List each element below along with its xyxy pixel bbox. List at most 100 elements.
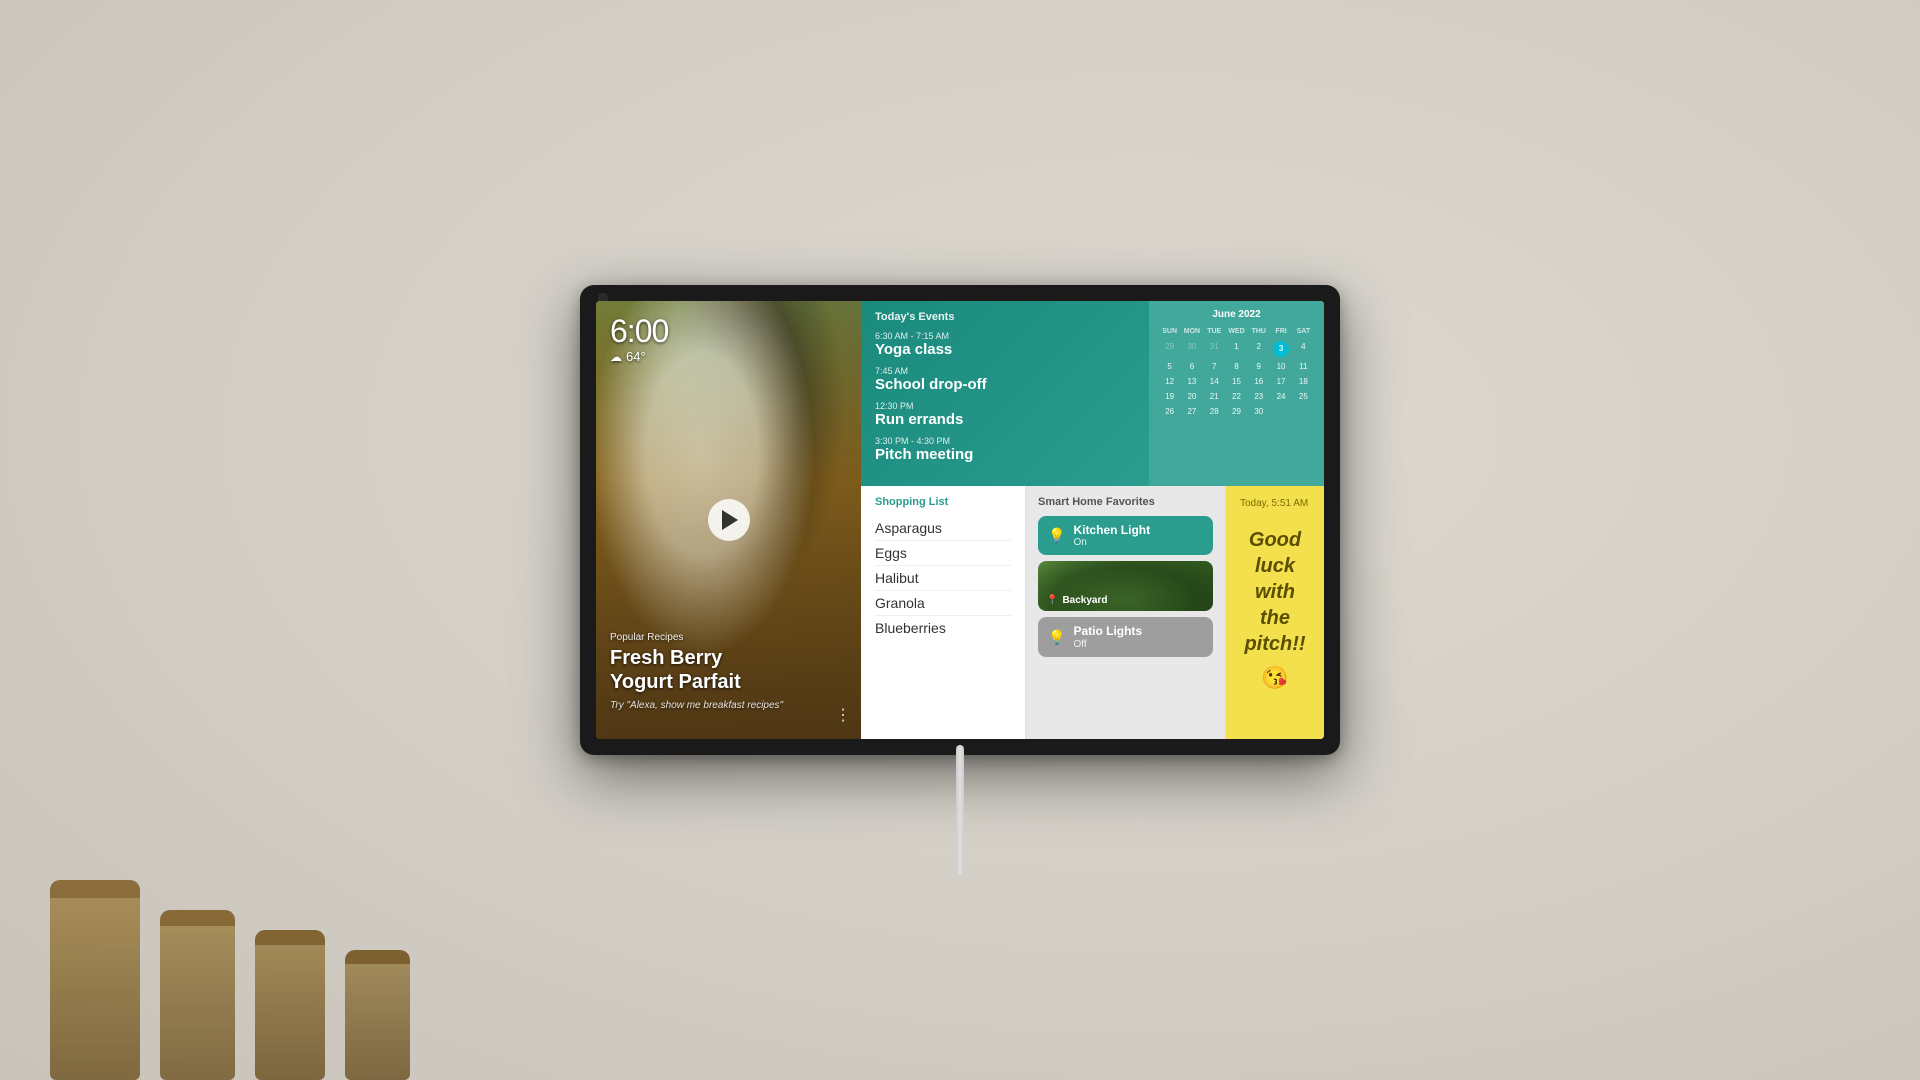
right-panel: Today's Events 6:30 AM - 7:15 AM Yoga cl… bbox=[861, 301, 1324, 739]
shopping-item-eggs[interactable]: Eggs bbox=[875, 541, 1011, 566]
shopping-item-halibut[interactable]: Halibut bbox=[875, 566, 1011, 591]
jar-medium bbox=[160, 910, 235, 1080]
event-item-yoga[interactable]: 6:30 AM - 7:15 AM Yoga class bbox=[875, 331, 1135, 359]
event-time-pitch: 3:30 PM - 4:30 PM bbox=[875, 436, 1135, 446]
cal-day-16[interactable]: 16 bbox=[1248, 374, 1269, 389]
cal-day-30prev[interactable]: 30 bbox=[1181, 339, 1202, 359]
cal-day-17[interactable]: 17 bbox=[1270, 374, 1291, 389]
more-options-icon[interactable]: ⋮ bbox=[835, 705, 851, 725]
scene: 6:00 ☁ 64° Popular Recipes Fresh Berry Y… bbox=[0, 0, 1920, 1080]
kitchen-light-name: Kitchen Light bbox=[1073, 523, 1150, 537]
cal-day-3-today[interactable]: 3 bbox=[1270, 339, 1291, 359]
cal-day-15[interactable]: 15 bbox=[1226, 374, 1247, 389]
cal-day-31prev[interactable]: 31 bbox=[1204, 339, 1225, 359]
cal-mon: MON bbox=[1181, 325, 1202, 339]
cal-week-1: 29 30 31 1 2 3 4 bbox=[1159, 339, 1314, 359]
cal-day-23[interactable]: 23 bbox=[1248, 389, 1269, 404]
cal-day-29prev[interactable]: 29 bbox=[1159, 339, 1180, 359]
cal-day-18[interactable]: 18 bbox=[1293, 374, 1314, 389]
temperature: 64° bbox=[626, 349, 646, 364]
cal-day-28[interactable]: 28 bbox=[1204, 404, 1225, 419]
shopping-list-widget: Shopping List Asparagus Eggs Halibut Gra… bbox=[861, 486, 1026, 739]
recipe-panel: 6:00 ☁ 64° Popular Recipes Fresh Berry Y… bbox=[596, 301, 861, 739]
event-time-school: 7:45 AM bbox=[875, 366, 1135, 376]
shopping-item-blueberries[interactable]: Blueberries bbox=[875, 616, 1011, 640]
cal-day-22[interactable]: 22 bbox=[1226, 389, 1247, 404]
cal-day-12[interactable]: 12 bbox=[1159, 374, 1180, 389]
event-name-errands: Run errands bbox=[875, 411, 1135, 429]
kitchen-light-device[interactable]: 💡 Kitchen Light On bbox=[1038, 516, 1213, 555]
kitchen-items bbox=[50, 880, 410, 1080]
jar-small bbox=[255, 930, 325, 1080]
cal-day-20[interactable]: 20 bbox=[1181, 389, 1202, 404]
cal-day-7[interactable]: 7 bbox=[1204, 359, 1225, 374]
event-name-pitch: Pitch meeting bbox=[875, 446, 1135, 464]
weather-icon: ☁ bbox=[610, 350, 622, 364]
smart-home-widget: Smart Home Favorites 💡 Kitchen Light On bbox=[1026, 486, 1226, 739]
cal-day-26[interactable]: 26 bbox=[1159, 404, 1180, 419]
cal-day-13[interactable]: 13 bbox=[1181, 374, 1202, 389]
recipe-info: Popular Recipes Fresh Berry Yogurt Parfa… bbox=[610, 632, 847, 711]
events-title: Today's Events bbox=[875, 311, 1135, 323]
kitchen-light-icon: 💡 bbox=[1048, 527, 1065, 544]
cal-day-2[interactable]: 2 bbox=[1248, 339, 1269, 359]
event-name-school: School drop-off bbox=[875, 376, 1135, 394]
backyard-name: Backyard bbox=[1062, 595, 1107, 606]
event-item-pitch[interactable]: 3:30 PM - 4:30 PM Pitch meeting bbox=[875, 436, 1135, 464]
jar-xsmall bbox=[345, 950, 410, 1080]
note-content: Good luck with the pitch!! bbox=[1240, 527, 1310, 657]
smart-home-title: Smart Home Favorites bbox=[1038, 496, 1213, 508]
play-button[interactable] bbox=[708, 499, 750, 541]
event-item-errands[interactable]: 12:30 PM Run errands bbox=[875, 401, 1135, 429]
backyard-label: 📍 Backyard bbox=[1046, 595, 1107, 606]
cal-sun: SUN bbox=[1159, 325, 1180, 339]
backyard-device[interactable]: 📍 Backyard bbox=[1038, 561, 1213, 611]
kitchen-light-info: Kitchen Light On bbox=[1073, 523, 1150, 548]
events-panel: Today's Events 6:30 AM - 7:15 AM Yoga cl… bbox=[861, 301, 1149, 486]
cal-day-19[interactable]: 19 bbox=[1159, 389, 1180, 404]
cal-week-5: 26 27 28 29 30 bbox=[1159, 404, 1314, 419]
cal-day-10[interactable]: 10 bbox=[1270, 359, 1291, 374]
event-time-yoga: 6:30 AM - 7:15 AM bbox=[875, 331, 1135, 341]
note-emoji: 😘 bbox=[1240, 665, 1310, 691]
cal-day-1[interactable]: 1 bbox=[1226, 339, 1247, 359]
device-frame: 6:00 ☁ 64° Popular Recipes Fresh Berry Y… bbox=[580, 285, 1340, 755]
cal-day-11[interactable]: 11 bbox=[1293, 359, 1314, 374]
event-time-errands: 12:30 PM bbox=[875, 401, 1135, 411]
cal-week-3: 12 13 14 15 16 17 18 bbox=[1159, 374, 1314, 389]
cal-day-21[interactable]: 21 bbox=[1204, 389, 1225, 404]
recipe-prompt: Try "Alexa, show me breakfast recipes" bbox=[610, 700, 847, 711]
weather-display: ☁ 64° bbox=[610, 349, 668, 364]
calendar-title: June 2022 bbox=[1159, 309, 1314, 320]
kitchen-light-status: On bbox=[1073, 537, 1150, 548]
event-item-school[interactable]: 7:45 AM School drop-off bbox=[875, 366, 1135, 394]
cal-day-14[interactable]: 14 bbox=[1204, 374, 1225, 389]
calendar-grid: SUN MON TUE WED THU FRI SAT 29 30 bbox=[1159, 325, 1314, 420]
cal-day-24[interactable]: 24 bbox=[1270, 389, 1291, 404]
cal-day-6[interactable]: 6 bbox=[1181, 359, 1202, 374]
top-section: Today's Events 6:30 AM - 7:15 AM Yoga cl… bbox=[861, 301, 1324, 486]
play-icon bbox=[722, 510, 738, 530]
cal-thu: THU bbox=[1248, 325, 1269, 339]
cal-day-30[interactable]: 30 bbox=[1248, 404, 1269, 419]
cal-tue: TUE bbox=[1204, 325, 1225, 339]
cal-day-9[interactable]: 9 bbox=[1248, 359, 1269, 374]
patio-lights-device[interactable]: 💡 Patio Lights Off bbox=[1038, 617, 1213, 656]
cal-day-8[interactable]: 8 bbox=[1226, 359, 1247, 374]
device-screen: 6:00 ☁ 64° Popular Recipes Fresh Berry Y… bbox=[596, 301, 1324, 739]
event-name-yoga: Yoga class bbox=[875, 341, 1135, 359]
shopping-list-title: Shopping List bbox=[875, 496, 1011, 508]
patio-lights-name: Patio Lights bbox=[1073, 624, 1142, 638]
shopping-item-granola[interactable]: Granola bbox=[875, 591, 1011, 616]
shopping-item-asparagus[interactable]: Asparagus bbox=[875, 516, 1011, 541]
cal-fri: FRI bbox=[1270, 325, 1291, 339]
cal-day-5[interactable]: 5 bbox=[1159, 359, 1180, 374]
cal-day-4[interactable]: 4 bbox=[1293, 339, 1314, 359]
cal-day-empty1 bbox=[1270, 404, 1291, 419]
time-weather-widget: 6:00 ☁ 64° bbox=[610, 315, 668, 364]
cal-day-25[interactable]: 25 bbox=[1293, 389, 1314, 404]
cal-day-27[interactable]: 27 bbox=[1181, 404, 1202, 419]
note-widget: Today, 5:51 AM Good luck with the pitch!… bbox=[1226, 486, 1324, 739]
cal-day-29[interactable]: 29 bbox=[1226, 404, 1247, 419]
recipe-title: Fresh Berry Yogurt Parfait bbox=[610, 646, 847, 694]
